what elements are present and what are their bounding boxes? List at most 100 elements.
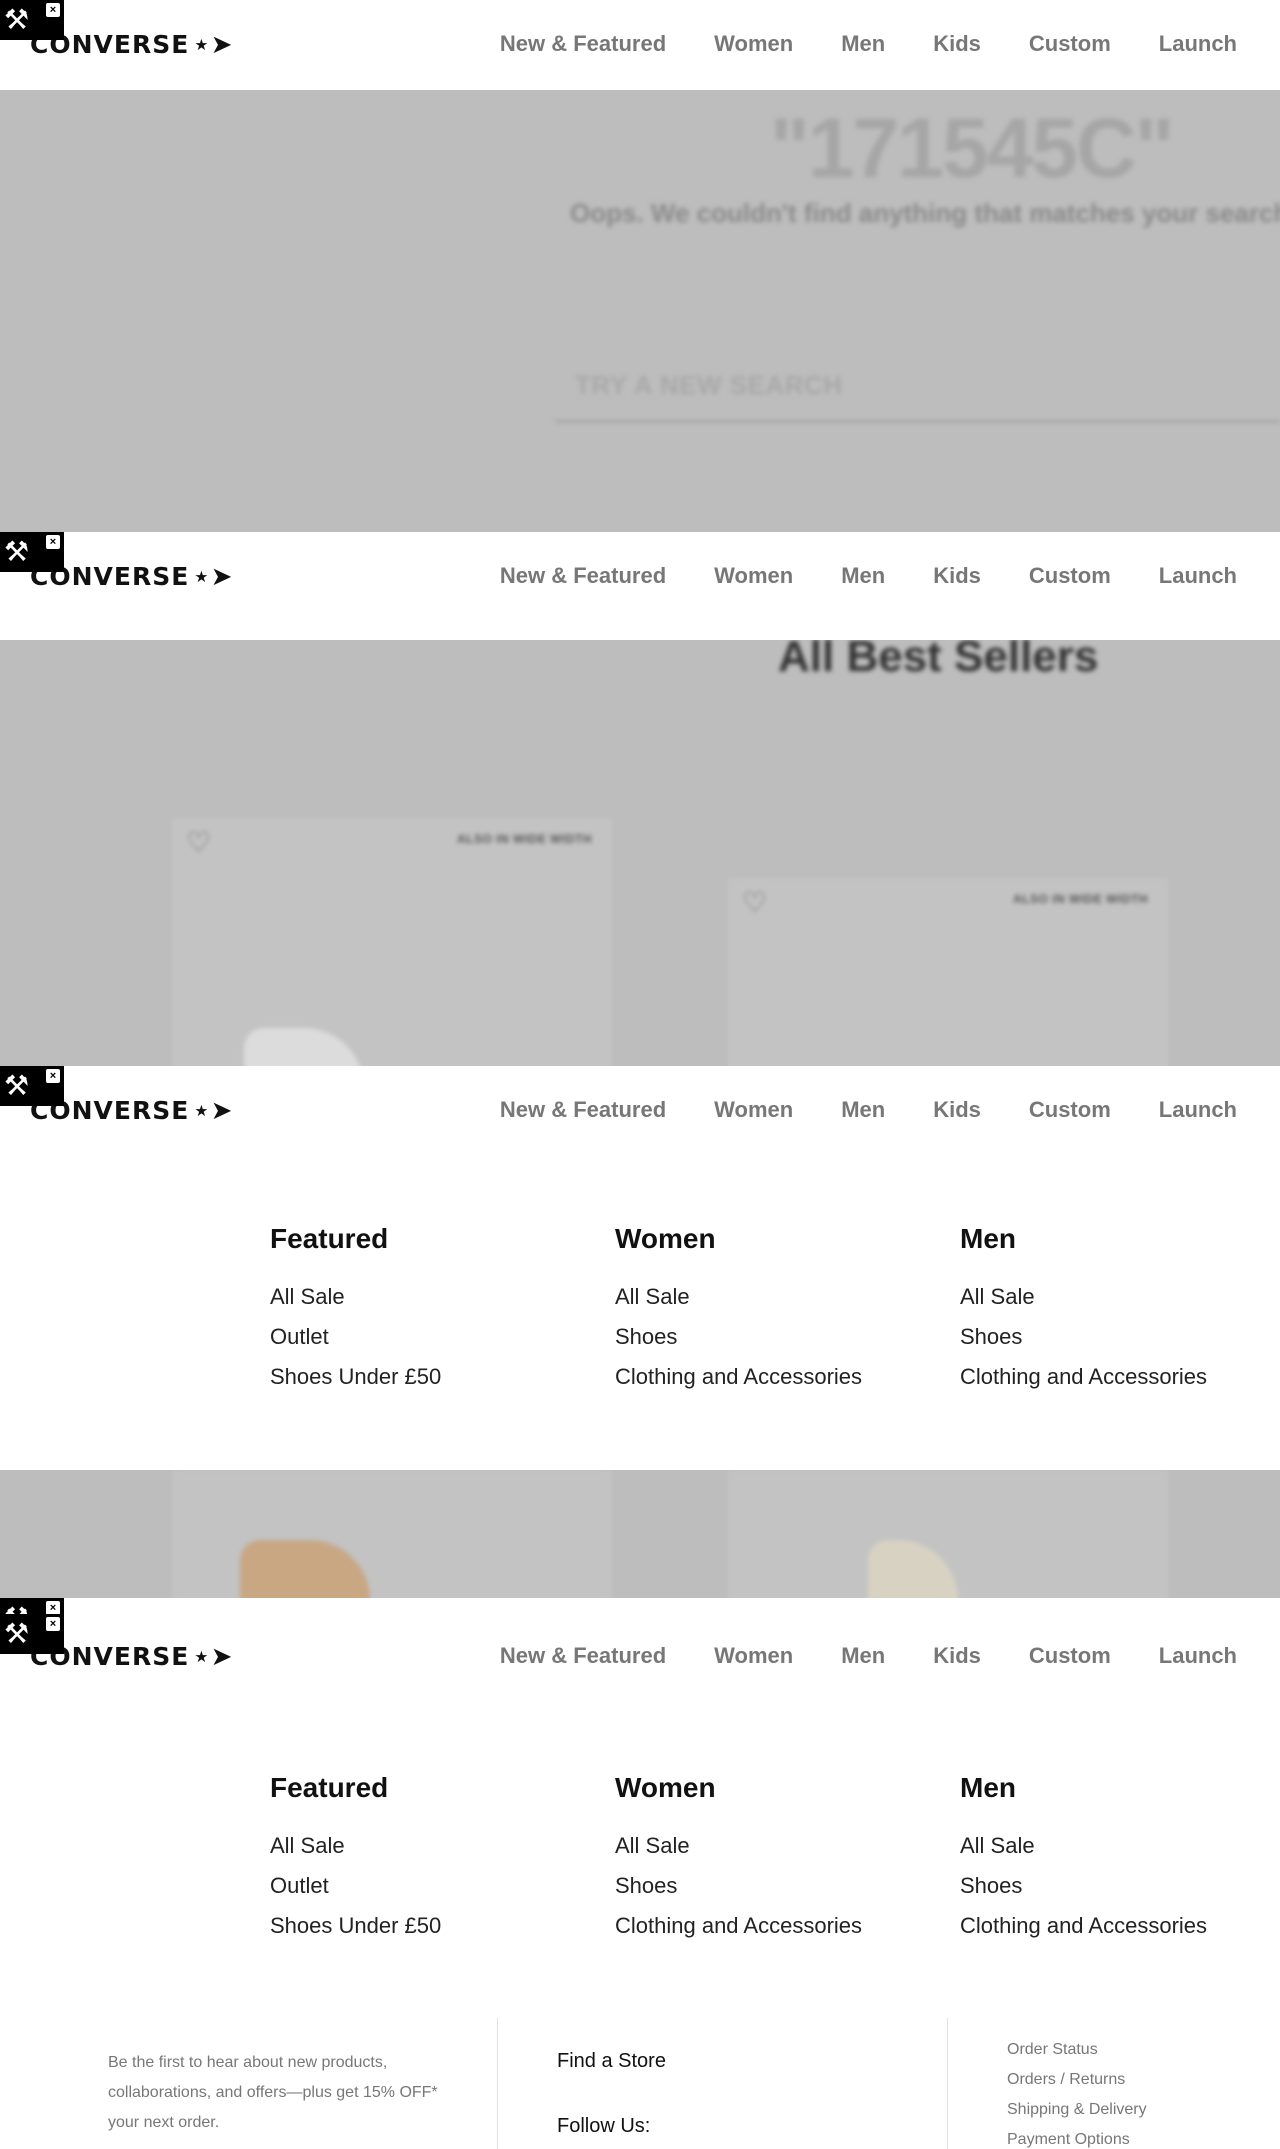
search-term: "171545C" xyxy=(770,101,1175,195)
menu-column-men: Men All Sale Shoes Clothing and Accessor… xyxy=(960,1770,1207,1946)
menu-heading[interactable]: Men xyxy=(960,1770,1207,1806)
menu-link[interactable]: Clothing and Accessories xyxy=(960,1357,1207,1397)
menu-link[interactable]: Shoes xyxy=(960,1317,1207,1357)
wide-width-tag: ALSO IN WIDE WIDTH xyxy=(457,832,592,846)
nav-custom[interactable]: Custom xyxy=(1029,1640,1111,1672)
nav-kids[interactable]: Kids xyxy=(933,1640,981,1672)
menu-link[interactable]: All Sale xyxy=(960,1826,1207,1866)
close-icon[interactable]: × xyxy=(46,1617,60,1631)
devtools-badge-2[interactable]: ⚒ × xyxy=(0,532,64,572)
close-icon[interactable]: × xyxy=(46,1601,60,1615)
nav-men[interactable]: Men xyxy=(841,1094,885,1126)
menu-link[interactable]: Outlet xyxy=(270,1317,441,1357)
main-nav-3: New & Featured Women Men Kids Custom Lau… xyxy=(500,1094,1237,1126)
newsletter-promo: Be the first to hear about new products,… xyxy=(108,2054,438,2131)
site-header-4: CONVERSE ⋆➤ New & Featured Women Men Kids… xyxy=(0,1598,1280,1718)
product-grid-overlay xyxy=(0,1470,1280,1598)
logo-star-chevron-icon: ⋆➤ xyxy=(193,30,234,60)
orders-returns-link[interactable]: Orders / Returns xyxy=(1007,2065,1147,2095)
product-card[interactable] xyxy=(728,1470,1168,1598)
close-icon[interactable]: × xyxy=(46,1069,60,1083)
nav-women[interactable]: Women xyxy=(714,28,793,60)
nav-women[interactable]: Women xyxy=(714,1094,793,1126)
devtools-badge[interactable]: ⚒ × xyxy=(0,0,64,40)
nav-men[interactable]: Men xyxy=(841,28,885,60)
nav-kids[interactable]: Kids xyxy=(933,1094,981,1126)
menu-heading[interactable]: Women xyxy=(615,1770,862,1806)
site-header-3: CONVERSE ⋆➤ New & Featured Women Men Kids… xyxy=(0,1066,1280,1156)
product-card[interactable]: ♡ ALSO IN WIDE WIDTH xyxy=(728,878,1168,1066)
wide-width-tag: ALSO IN WIDE WIDTH xyxy=(1013,892,1148,906)
nav-custom[interactable]: Custom xyxy=(1029,560,1111,592)
tools-icon: ⚒ xyxy=(4,4,30,35)
logo-star-chevron-icon: ⋆➤ xyxy=(193,1642,234,1672)
product-card[interactable]: ♡ ALSO IN WIDE WIDTH xyxy=(172,818,612,1066)
menu-heading[interactable]: Featured xyxy=(270,1221,441,1257)
nav-new-featured[interactable]: New & Featured xyxy=(500,1640,666,1672)
menu-heading[interactable]: Men xyxy=(960,1221,1207,1257)
heart-icon[interactable]: ♡ xyxy=(742,886,767,919)
nav-women[interactable]: Women xyxy=(714,560,793,592)
devtools-badge-3[interactable]: ⚒ × xyxy=(0,1066,64,1106)
nav-custom[interactable]: Custom xyxy=(1029,1094,1111,1126)
menu-column-women: Women All Sale Shoes Clothing and Access… xyxy=(615,1770,862,1946)
menu-column-featured: Featured All Sale Outlet Shoes Under £50 xyxy=(270,1221,441,1397)
nav-women[interactable]: Women xyxy=(714,1640,793,1672)
main-nav: New & Featured Women Men Kids Custom Lau… xyxy=(500,28,1237,60)
product-image xyxy=(244,1028,364,1066)
logo-star-chevron-icon: ⋆➤ xyxy=(193,562,234,592)
menu-heading[interactable]: Featured xyxy=(270,1770,441,1806)
footer-divider xyxy=(947,2018,948,2149)
menu-link[interactable]: Clothing and Accessories xyxy=(615,1357,862,1397)
search-input[interactable]: TRY A NEW SEARCH xyxy=(575,370,843,401)
nav-new-featured[interactable]: New & Featured xyxy=(500,28,666,60)
best-sellers-title: All Best Sellers xyxy=(778,640,1099,681)
order-status-link[interactable]: Order Status xyxy=(1007,2035,1147,2065)
close-icon[interactable]: × xyxy=(46,3,60,17)
menu-link[interactable]: Shoes Under £50 xyxy=(270,1906,441,1946)
menu-link[interactable]: All Sale xyxy=(615,1277,862,1317)
menu-link[interactable]: All Sale xyxy=(960,1277,1207,1317)
menu-link[interactable]: Outlet xyxy=(270,1866,441,1906)
menu-link[interactable]: Shoes xyxy=(615,1866,862,1906)
product-card[interactable] xyxy=(172,1470,612,1598)
site-header: CONVERSE ⋆➤ New & Featured Women Men Kids… xyxy=(0,0,1280,90)
nav-men[interactable]: Men xyxy=(841,560,885,592)
nav-new-featured[interactable]: New & Featured xyxy=(500,1094,666,1126)
tools-icon: ⚒ xyxy=(4,536,30,567)
nav-launch[interactable]: Launch xyxy=(1159,1094,1237,1126)
site-header-2: CONVERSE ⋆➤ New & Featured Women Men Kids… xyxy=(0,532,1280,640)
nav-kids[interactable]: Kids xyxy=(933,28,981,60)
nav-kids[interactable]: Kids xyxy=(933,560,981,592)
no-results-message: Oops. We couldn't find anything that mat… xyxy=(570,198,1280,228)
menu-link[interactable]: Clothing and Accessories xyxy=(960,1906,1207,1946)
best-sellers-overlay: All Best Sellers ♡ ALSO IN WIDE WIDTH ♡ … xyxy=(0,640,1280,1066)
find-store-link[interactable]: Find a Store xyxy=(557,2050,666,2073)
nav-custom[interactable]: Custom xyxy=(1029,28,1111,60)
nav-new-featured[interactable]: New & Featured xyxy=(500,560,666,592)
heart-icon[interactable]: ♡ xyxy=(186,826,211,859)
search-results-overlay: "171545C" Oops. We couldn't find anythin… xyxy=(0,90,1280,532)
site-footer: Be the first to hear about new products,… xyxy=(0,2010,1280,2149)
menu-link[interactable]: Shoes xyxy=(615,1317,862,1357)
nav-men[interactable]: Men xyxy=(841,1640,885,1672)
menu-link[interactable]: All Sale xyxy=(270,1277,441,1317)
main-nav-4: New & Featured Women Men Kids Custom Lau… xyxy=(500,1640,1237,1672)
nav-launch[interactable]: Launch xyxy=(1159,28,1237,60)
close-icon[interactable]: × xyxy=(46,535,60,549)
nav-launch[interactable]: Launch xyxy=(1159,1640,1237,1672)
devtools-badge-5[interactable]: ⚒ × xyxy=(0,1614,64,1654)
menu-link[interactable]: Shoes xyxy=(960,1866,1207,1906)
product-image xyxy=(240,1540,370,1598)
menu-link[interactable]: Clothing and Accessories xyxy=(615,1906,862,1946)
tools-icon: ⚒ xyxy=(4,1070,30,1101)
menu-link[interactable]: All Sale xyxy=(615,1826,862,1866)
help-links: Order Status Orders / Returns Shipping &… xyxy=(1007,2035,1147,2149)
menu-link[interactable]: All Sale xyxy=(270,1826,441,1866)
menu-link[interactable]: Shoes Under £50 xyxy=(270,1357,441,1397)
main-nav-2: New & Featured Women Men Kids Custom Lau… xyxy=(500,560,1237,592)
nav-launch[interactable]: Launch xyxy=(1159,560,1237,592)
menu-heading[interactable]: Women xyxy=(615,1221,862,1257)
shipping-delivery-link[interactable]: Shipping & Delivery xyxy=(1007,2095,1147,2125)
payment-options-link[interactable]: Payment Options xyxy=(1007,2125,1147,2149)
